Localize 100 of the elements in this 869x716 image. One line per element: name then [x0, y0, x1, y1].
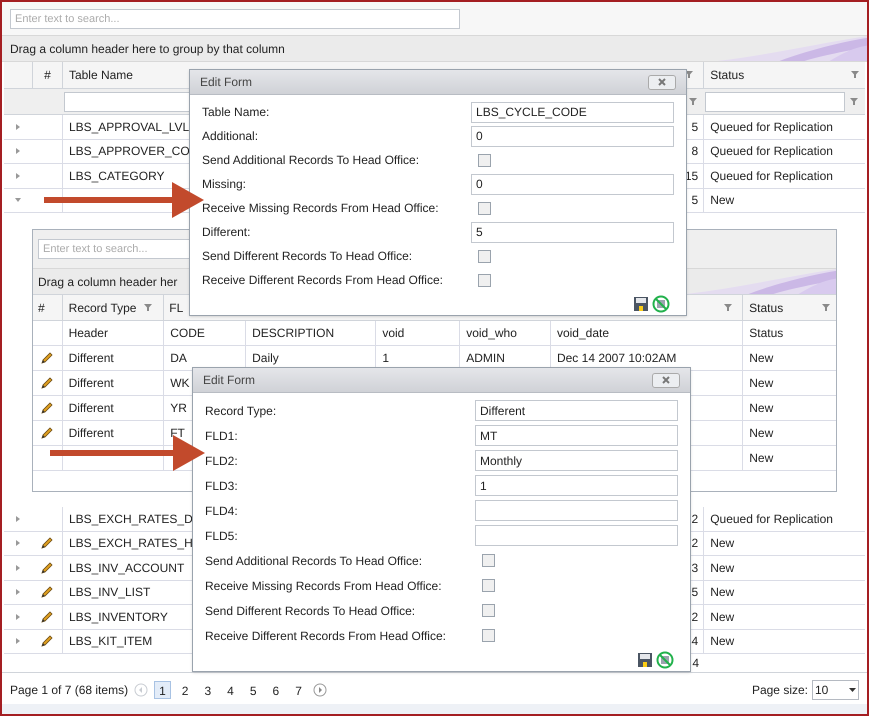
filter-icon[interactable] — [685, 71, 694, 79]
page-size-label: Page size: — [752, 682, 808, 698]
grid-cell-text: FT — [170, 425, 185, 442]
previous-page-icon[interactable] — [134, 682, 148, 696]
column-header[interactable]: # — [44, 66, 51, 84]
pencil-icon[interactable] — [40, 426, 54, 440]
column-header[interactable]: # — [38, 300, 45, 314]
filter-icon[interactable] — [822, 304, 830, 312]
grid-cell-text: New — [749, 350, 774, 367]
expand-caret-icon[interactable] — [14, 540, 21, 546]
table-name-cell-text: LBS_EXCH_RATES_H — [68, 535, 193, 552]
pencil-icon[interactable] — [40, 401, 54, 415]
search-field[interactable]: Enter text to search... — [10, 8, 460, 28]
expand-caret-icon[interactable] — [14, 124, 21, 130]
text-field[interactable]: MT — [475, 425, 678, 446]
grid-cell-text: Daily — [252, 350, 279, 367]
field-label: FLD1: — [205, 428, 239, 444]
filter-icon[interactable] — [724, 304, 732, 312]
pencil-icon[interactable] — [40, 351, 54, 365]
table-name-cell-text: LBS_EXCH_RATES_D — [68, 510, 193, 528]
page-button[interactable]: 6 — [268, 680, 284, 698]
checkbox[interactable] — [478, 250, 491, 262]
column-header[interactable]: Status — [710, 66, 744, 84]
expand-caret-icon[interactable] — [14, 638, 21, 644]
page-button[interactable]: 4 — [222, 680, 239, 698]
grid-cell-text: New — [749, 400, 774, 417]
count-cell-text: 3 — [692, 560, 698, 577]
expand-caret-icon[interactable] — [14, 148, 21, 154]
count-cell-text: 5 — [692, 192, 698, 210]
filter-field[interactable] — [705, 92, 846, 112]
summary-count: 4 — [692, 654, 699, 672]
count-cell-text: 5 — [692, 118, 698, 136]
checkbox[interactable] — [478, 154, 491, 166]
expand-caret-icon[interactable] — [14, 516, 21, 522]
grid-cell-text: DESCRIPTION — [252, 325, 334, 342]
field-label: Send Different Records To Head Office: — [205, 602, 416, 620]
count-cell-text: 2 — [692, 608, 698, 626]
pencil-icon[interactable] — [40, 634, 54, 648]
text-field[interactable]: 0 — [471, 174, 674, 194]
column-header[interactable]: Status — [749, 298, 784, 316]
checkbox[interactable] — [478, 202, 491, 214]
dialog-title: Edit Form — [200, 74, 252, 91]
count-cell-text: 4 — [692, 633, 698, 650]
pencil-icon[interactable] — [40, 610, 54, 624]
page-size-select[interactable]: 10 — [812, 680, 859, 700]
table-row[interactable]: Header CODE DESCRIPTION void void_who void_date Status — [33, 321, 836, 346]
group-panel-hint: Drag a column header her — [37, 274, 178, 290]
field-label: Receive Missing Records From Head Office: — [202, 200, 440, 217]
page-button[interactable]: 1 — [154, 680, 171, 698]
collapse-caret-icon[interactable] — [14, 197, 21, 204]
count-cell-text: 8 — [692, 143, 698, 160]
close-button[interactable] — [652, 372, 680, 388]
status-cell-text: Queued for Replication — [710, 118, 833, 136]
table-name-cell-text: LBS_INV_ACCOUNT — [68, 560, 184, 577]
checkbox[interactable] — [478, 274, 491, 286]
text-field[interactable] — [475, 500, 678, 521]
text-field[interactable]: Different — [475, 400, 678, 421]
text-field[interactable]: LBS_CYCLE_CODE — [471, 102, 674, 122]
pencil-icon[interactable] — [40, 376, 54, 390]
checkbox[interactable] — [482, 579, 495, 592]
pencil-icon[interactable] — [40, 560, 54, 575]
column-header[interactable]: Table Name — [68, 66, 133, 84]
count-cell-text: 2 — [692, 510, 698, 528]
page-button[interactable]: 3 — [199, 680, 216, 698]
page-button[interactable]: 2 — [176, 680, 194, 698]
expand-caret-icon[interactable] — [14, 564, 21, 571]
column-header[interactable]: FL — [169, 298, 184, 316]
filter-icon[interactable] — [851, 71, 860, 79]
checkbox[interactable] — [482, 629, 495, 642]
grid-cell-text: New — [749, 425, 774, 442]
table-name-cell-text: LBS_INV_LIST — [68, 584, 150, 602]
expand-caret-icon[interactable] — [14, 172, 21, 179]
checkbox[interactable] — [482, 554, 495, 567]
next-page-icon[interactable] — [312, 682, 327, 696]
text-field[interactable]: Monthly — [475, 450, 678, 471]
grid-cell-text: WK — [170, 375, 190, 392]
pencil-icon[interactable] — [40, 536, 54, 550]
dialog-title: Edit Form — [203, 372, 256, 389]
text-field[interactable] — [475, 525, 678, 546]
text-field[interactable]: 1 — [475, 475, 678, 496]
save-icon[interactable] — [633, 296, 649, 312]
save-icon[interactable] — [637, 652, 653, 668]
filter-icon[interactable] — [144, 304, 152, 312]
filter-icon[interactable] — [689, 98, 698, 106]
field-label: FLD5: — [205, 528, 239, 544]
page-button[interactable]: 7 — [290, 680, 307, 698]
expand-caret-icon[interactable] — [14, 589, 21, 596]
text-field[interactable]: 5 — [471, 222, 674, 242]
text-field[interactable]: 0 — [471, 126, 674, 146]
pencil-icon[interactable] — [40, 585, 54, 600]
field-label: Different: — [202, 224, 252, 241]
grid-cell-text: Different — [68, 400, 114, 417]
column-header[interactable]: Record Type — [68, 298, 136, 316]
filter-icon[interactable] — [850, 98, 858, 106]
expand-caret-icon[interactable] — [14, 614, 21, 620]
field-label: Missing: — [202, 176, 248, 193]
page-button[interactable]: 5 — [244, 680, 262, 698]
close-button[interactable] — [648, 74, 676, 90]
grid-cell-text: DA — [170, 350, 187, 367]
checkbox[interactable] — [482, 604, 495, 617]
